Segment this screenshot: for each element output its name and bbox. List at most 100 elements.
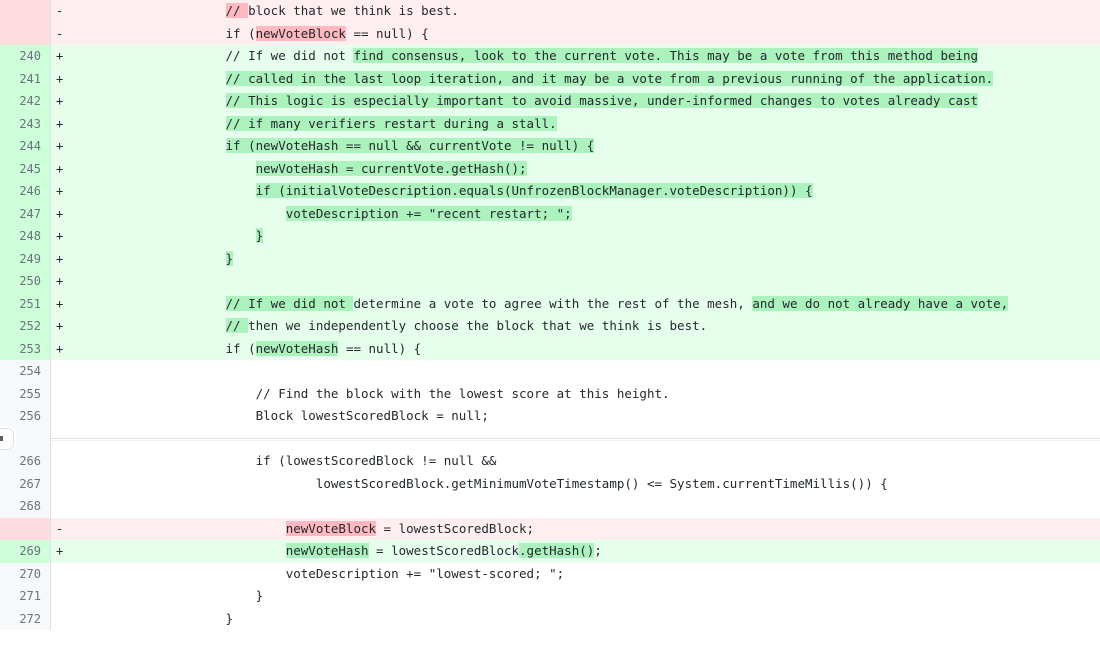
line-number-new[interactable]: 240: [9, 45, 50, 68]
line-number-old[interactable]: [0, 247, 9, 270]
line-number-old[interactable]: [0, 90, 9, 113]
diff-marker: -: [50, 0, 66, 23]
line-number-old[interactable]: [0, 157, 9, 180]
code-line[interactable]: if (newVoteHash == null && currentVote !…: [66, 135, 1100, 158]
line-number-old[interactable]: [0, 540, 9, 563]
line-number-old[interactable]: [0, 607, 9, 630]
code-line[interactable]: voteDescription += "lowest-scored; ";: [66, 562, 1100, 585]
code-line[interactable]: Block lowestScoredBlock = null;: [66, 405, 1100, 428]
line-number-new[interactable]: 271: [9, 585, 50, 608]
diff-marker: [50, 562, 66, 585]
code-line[interactable]: }: [66, 247, 1100, 270]
line-number-old[interactable]: [0, 315, 9, 338]
code-line[interactable]: lowestScoredBlock.getMinimumVoteTimestam…: [66, 472, 1100, 495]
code-line[interactable]: // if many verifiers restart during a st…: [66, 112, 1100, 135]
line-number-new[interactable]: [9, 517, 50, 540]
code-line[interactable]: }: [66, 607, 1100, 630]
code-text: lowestScoredBlock.getMinimumVoteTimestam…: [75, 475, 888, 491]
line-number-old[interactable]: [0, 382, 9, 405]
line-number-old[interactable]: [0, 180, 9, 203]
line-number-new[interactable]: 245: [9, 157, 50, 180]
line-number-new[interactable]: 241: [9, 67, 50, 90]
line-number-new[interactable]: 246: [9, 180, 50, 203]
line-number-new[interactable]: 272: [9, 607, 50, 630]
code-line[interactable]: }: [66, 585, 1100, 608]
line-number-new[interactable]: [9, 0, 50, 23]
line-number-new[interactable]: 266: [9, 450, 50, 473]
line-number-new[interactable]: 267: [9, 472, 50, 495]
line-number-new[interactable]: 242: [9, 90, 50, 113]
line-number-old[interactable]: [0, 202, 9, 225]
code-line[interactable]: newVoteHash = currentVote.getHash();: [66, 157, 1100, 180]
diff-row: 271 }: [0, 585, 1100, 608]
line-number-old[interactable]: [0, 112, 9, 135]
line-number-new[interactable]: 268: [9, 495, 50, 518]
line-number-new[interactable]: 248: [9, 225, 50, 248]
code-line[interactable]: [66, 360, 1100, 383]
code-text: = lowestScoredBlock: [368, 543, 520, 558]
code-line[interactable]: if (newVoteBlock == null) {: [66, 22, 1100, 45]
line-number-new[interactable]: 255: [9, 382, 50, 405]
line-number-old[interactable]: [0, 405, 9, 428]
diff-row: 270 voteDescription += "lowest-scored; "…: [0, 562, 1100, 585]
code-line[interactable]: if (initialVoteDescription.equals(Unfroz…: [66, 180, 1100, 203]
line-number-old[interactable]: [0, 562, 9, 585]
line-number-old[interactable]: [0, 270, 9, 293]
diff-row: 245 + newVoteHash = currentVote.getHash()…: [0, 157, 1100, 180]
line-number-new[interactable]: 247: [9, 202, 50, 225]
line-number-old[interactable]: [0, 135, 9, 158]
line-number-old[interactable]: [0, 225, 9, 248]
line-number-new[interactable]: 244: [9, 135, 50, 158]
code-text: determine a vote to agree with the rest …: [353, 295, 753, 311]
code-line[interactable]: [66, 270, 1100, 293]
code-line[interactable]: newVoteHash = lowestScoredBlock.getHash(…: [66, 540, 1100, 563]
code-word-highlight: newVoteBlock: [285, 520, 377, 536]
code-text: // If we did not: [75, 48, 354, 63]
code-line[interactable]: if (newVoteHash == null) {: [66, 337, 1100, 360]
code-line[interactable]: // called in the last loop iteration, an…: [66, 67, 1100, 90]
line-number-new[interactable]: 252: [9, 315, 50, 338]
code-line[interactable]: // If we did not find consensus, look to…: [66, 45, 1100, 68]
diff-row: 266 if (lowestScoredBlock != null &&: [0, 450, 1100, 473]
line-number-old[interactable]: [0, 495, 9, 518]
line-number-old[interactable]: [0, 337, 9, 360]
line-number-new[interactable]: 251: [9, 292, 50, 315]
line-number-old[interactable]: [0, 292, 9, 315]
code-line[interactable]: if (lowestScoredBlock != null &&: [66, 450, 1100, 473]
diff-row: 243 + // if many verifiers restart during…: [0, 112, 1100, 135]
line-number-new[interactable]: 243: [9, 112, 50, 135]
line-number-old[interactable]: [0, 45, 9, 68]
line-number-new[interactable]: 256: [9, 405, 50, 428]
line-number-new[interactable]: 269: [9, 540, 50, 563]
code-word-highlight: newVoteHash: [285, 543, 369, 558]
line-number-new[interactable]: 253: [9, 337, 50, 360]
line-number-new[interactable]: [9, 22, 50, 45]
line-number-old[interactable]: [0, 472, 9, 495]
line-number-old[interactable]: [0, 517, 9, 540]
line-number-new[interactable]: 249: [9, 247, 50, 270]
line-number-new[interactable]: 254: [9, 360, 50, 383]
code-line[interactable]: }: [66, 225, 1100, 248]
code-line[interactable]: // This logic is especially important to…: [66, 90, 1100, 113]
line-number-new[interactable]: 250: [9, 270, 50, 293]
code-line[interactable]: // block that we think is best.: [66, 0, 1100, 23]
code-line[interactable]: voteDescription += "recent restart; ";: [66, 202, 1100, 225]
line-number-old[interactable]: [0, 22, 9, 45]
code-line[interactable]: [66, 495, 1100, 518]
diff-expander-row: [0, 427, 1100, 450]
code-line[interactable]: // then we independently choose the bloc…: [66, 315, 1100, 338]
line-number-old[interactable]: [0, 585, 9, 608]
code-line[interactable]: // Find the block with the lowest score …: [66, 382, 1100, 405]
line-number-new[interactable]: 270: [9, 562, 50, 585]
code-word-highlight: // called in the last loop iteration, an…: [225, 70, 994, 86]
line-number-old[interactable]: [0, 0, 9, 23]
code-line[interactable]: newVoteBlock = lowestScoredBlock;: [66, 517, 1100, 540]
line-number-old[interactable]: [0, 450, 9, 473]
line-number-old[interactable]: [0, 67, 9, 90]
code-line[interactable]: // If we did not determine a vote to agr…: [66, 292, 1100, 315]
line-number-old[interactable]: [0, 360, 9, 383]
expand-hunk-button[interactable]: [0, 427, 14, 450]
code-word-highlight: and we do not already have a vote,: [752, 295, 1009, 311]
